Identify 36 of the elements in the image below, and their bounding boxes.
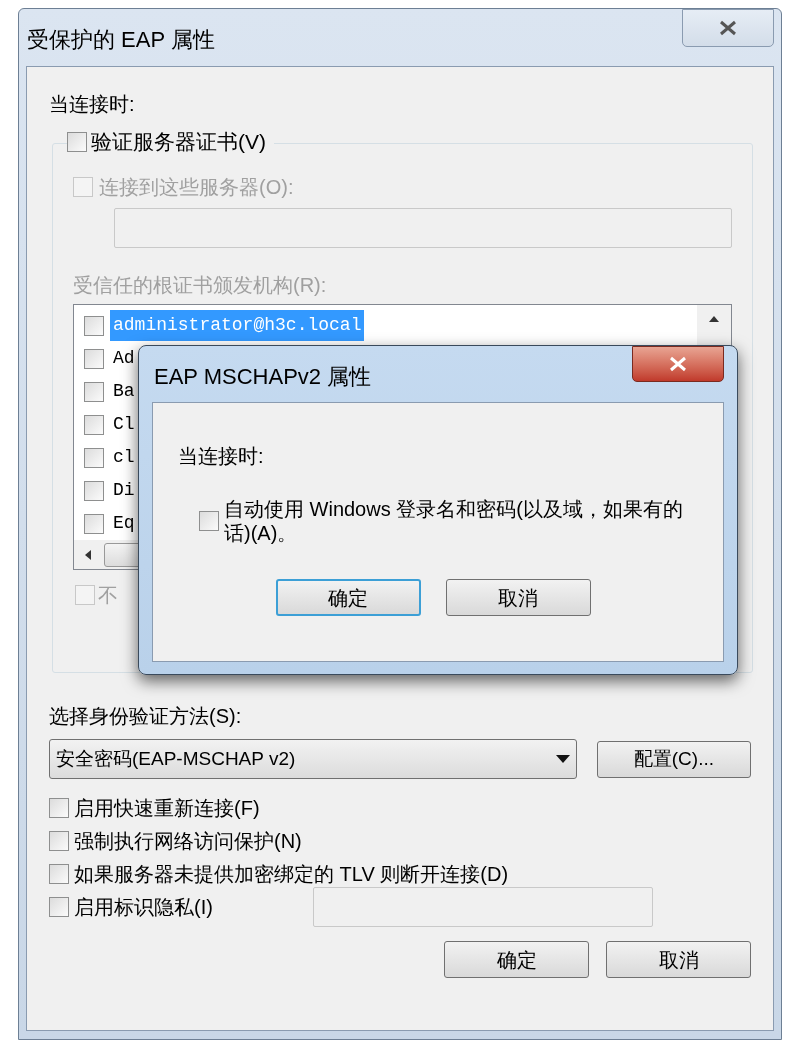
list-label: 受信任的根证书颁发机构(R):	[73, 273, 328, 298]
section-label: 当连接时:	[49, 92, 136, 117]
auth-method-dropdown[interactable]: 安全密码(EAP-MSCHAP v2)	[49, 739, 577, 779]
identity-input-field[interactable]	[312, 886, 653, 927]
window-title: 受保护的 EAP 属性	[27, 26, 215, 54]
checkbox-label: 启用快速重新连接(F)	[74, 795, 260, 821]
section-label: 当连接时:	[178, 444, 265, 469]
checkbox[interactable]	[49, 797, 69, 818]
configure-button[interactable]: 配置(C)...	[596, 740, 751, 778]
dropdown-caret-icon	[555, 755, 570, 763]
checkbox[interactable]	[67, 131, 87, 152]
checkbox-label: 验证服务器证书(V)	[91, 129, 266, 155]
checkbox-label: 连接到这些服务器(O):	[99, 175, 294, 200]
close-icon	[718, 20, 738, 36]
checkbox[interactable]	[49, 830, 69, 851]
scroll-left-icon	[84, 548, 92, 561]
dialog-button[interactable]: 确定	[275, 579, 421, 616]
checkbox[interactable]	[49, 863, 69, 884]
checkbox-label: 强制执行网络访问保护(N)	[74, 828, 302, 854]
checkbox[interactable]	[49, 896, 69, 917]
close-button[interactable]	[682, 9, 774, 47]
dialog-button[interactable]: 确定	[444, 941, 589, 978]
dialog-title: EAP MSCHAPv2 属性	[154, 363, 372, 391]
checkbox[interactable]	[199, 511, 219, 531]
close-icon	[668, 356, 688, 372]
server-input-field[interactable]	[114, 208, 732, 248]
checkbox-label: 启用标识隐私(I)	[74, 894, 213, 920]
close-button[interactable]	[632, 346, 724, 382]
dialog-button[interactable]: 取消	[606, 941, 751, 978]
checkbox-label: 如果服务器未提供加密绑定的 TLV 则断开连接(D)	[74, 861, 509, 887]
section-label: 选择身份验证方法(S):	[49, 704, 243, 729]
checkbox-label: 不	[98, 583, 118, 608]
dialog-button[interactable]: 取消	[445, 579, 591, 616]
scroll-up-icon	[708, 315, 720, 323]
dropdown-value: 安全密码(EAP-MSCHAP v2)	[56, 746, 296, 771]
checkbox-label: 自动使用 Windows 登录名和密码(以及域，如果有的话)(A)。	[224, 497, 684, 545]
